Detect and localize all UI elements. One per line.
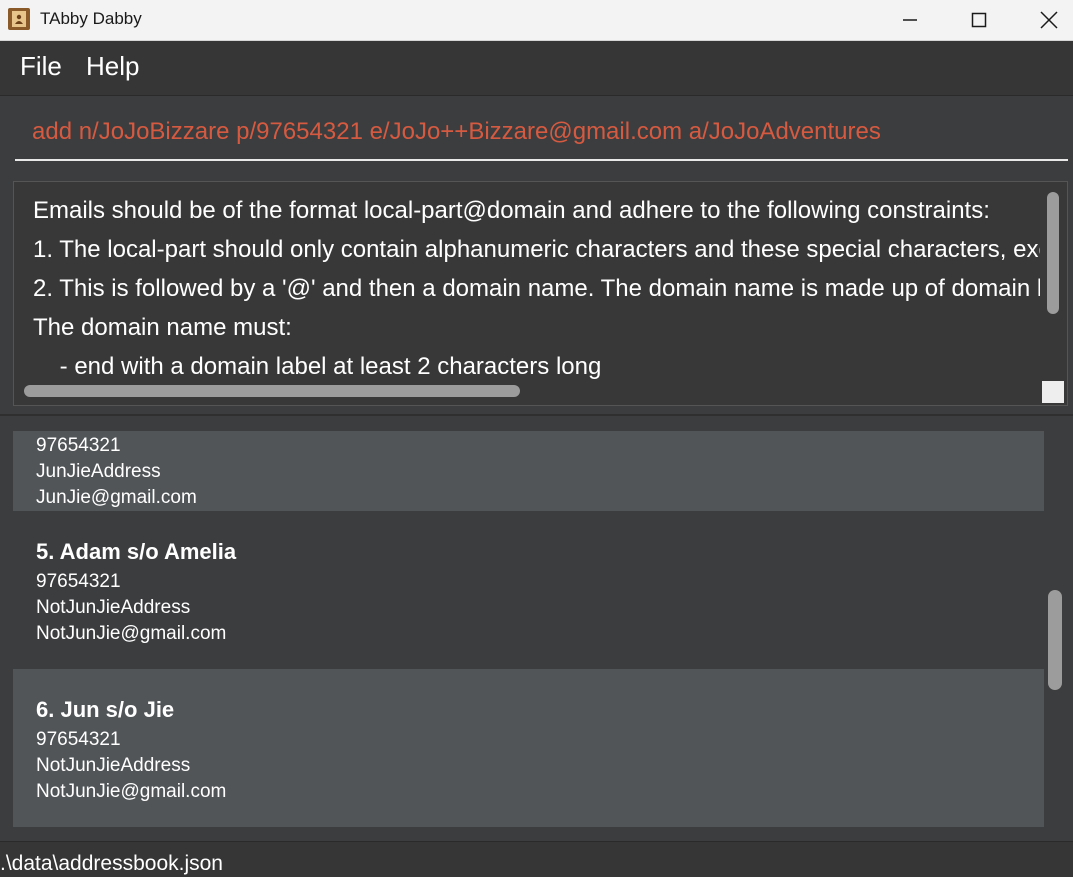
person-address: JunJieAddress [36, 461, 161, 482]
result-horizontal-scrollbar[interactable] [24, 385, 520, 397]
data-file-path: .\data\addressbook.json [0, 852, 223, 875]
command-box[interactable]: add n/JoJoBizzare p/97654321 e/JoJo++Biz… [0, 96, 1073, 174]
person-phone: 97654321 [36, 729, 121, 750]
person-address: NotJunJieAddress [36, 597, 191, 618]
person-card[interactable]: 5. Adam s/o Amelia 97654321 NotJunJieAdd… [13, 511, 1044, 669]
person-name: 5. Adam s/o Amelia [36, 539, 237, 564]
result-line: Emails should be of the format local-par… [33, 197, 990, 224]
person-phone: 97654321 [36, 571, 121, 592]
result-vertical-scrollbar[interactable] [1047, 192, 1059, 314]
menu-file[interactable]: File [20, 51, 62, 82]
person-list: 97654321 JunJieAddress JunJie@gmail.com … [13, 431, 1044, 827]
close-icon [1040, 11, 1058, 29]
close-button[interactable] [1014, 0, 1073, 40]
command-underline [15, 159, 1068, 161]
divider [0, 414, 1073, 416]
person-email: NotJunJie@gmail.com [36, 781, 227, 802]
scroll-corner [1042, 381, 1064, 403]
result-line: The domain name must: [33, 314, 292, 341]
list-vertical-scrollbar[interactable] [1048, 590, 1062, 690]
result-line: - end with a domain label at least 2 cha… [33, 353, 602, 380]
person-address: NotJunJieAddress [36, 755, 191, 776]
person-card[interactable]: 6. Jun s/o Jie 97654321 NotJunJieAddress… [13, 669, 1044, 827]
person-phone: 97654321 [36, 435, 121, 456]
minimize-button[interactable] [875, 0, 945, 40]
window-title: TAbby Dabby [40, 9, 142, 28]
person-name: 6. Jun s/o Jie [36, 697, 175, 722]
menu-bar: File Help [0, 41, 1073, 96]
status-bar: .\data\addressbook.json [0, 841, 1073, 877]
person-card[interactable]: 97654321 JunJieAddress JunJie@gmail.com [13, 431, 1044, 511]
command-input[interactable]: add n/JoJoBizzare p/97654321 e/JoJo++Biz… [32, 118, 881, 146]
maximize-icon [971, 12, 987, 28]
person-email: NotJunJie@gmail.com [36, 623, 227, 644]
app-icon [8, 8, 30, 30]
maximize-button[interactable] [944, 0, 1014, 40]
menu-help[interactable]: Help [86, 51, 139, 82]
minimize-icon [903, 19, 917, 21]
title-bar: TAbby Dabby [0, 0, 1073, 41]
result-line: 2. This is followed by a '@' and then a … [33, 275, 1067, 302]
result-line: 1. The local-part should only contain al… [33, 236, 1067, 263]
result-display: Emails should be of the format local-par… [13, 181, 1068, 406]
person-email: JunJie@gmail.com [36, 487, 197, 508]
